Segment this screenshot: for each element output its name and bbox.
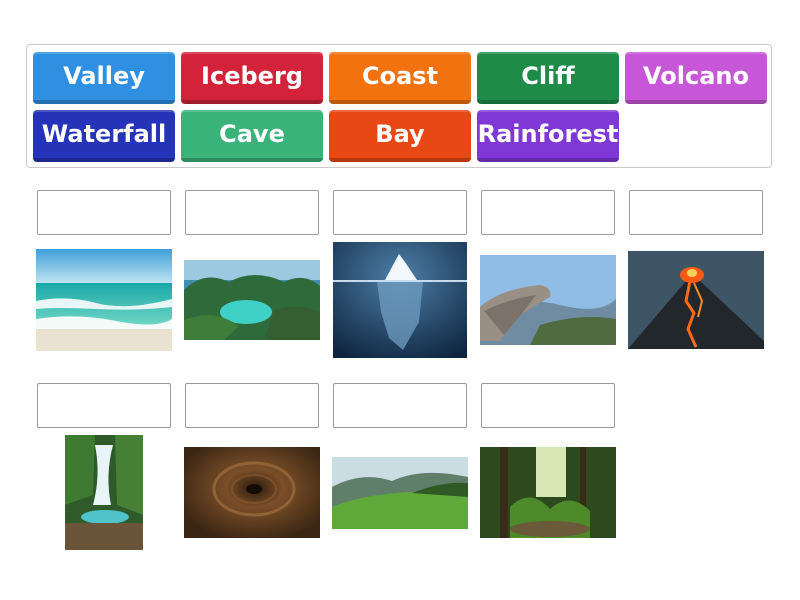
beach-photo-icon — [36, 249, 172, 351]
tile-coast[interactable]: Coast — [329, 52, 471, 104]
tile-cliff[interactable]: Cliff — [477, 52, 619, 104]
drop-box-6[interactable] — [37, 383, 171, 428]
rock-cliff-photo-icon — [480, 255, 616, 345]
waterfall-photo-icon — [65, 435, 143, 550]
tile-iceberg[interactable]: Iceberg — [181, 52, 323, 104]
iceberg-photo-icon — [333, 242, 467, 358]
drop-box-8[interactable] — [333, 383, 467, 428]
tropical-bay-photo-icon — [184, 260, 320, 340]
erupting-volcano-photo-icon — [628, 251, 764, 349]
drop-box-4[interactable] — [481, 190, 615, 235]
green-valley-photo-icon — [332, 457, 468, 529]
drop-box-1[interactable] — [37, 190, 171, 235]
rainforest-photo-icon — [480, 447, 616, 538]
tile-waterfall[interactable]: Waterfall — [33, 110, 175, 162]
tile-rainforest[interactable]: Rainforest — [477, 110, 619, 162]
tile-cave[interactable]: Cave — [181, 110, 323, 162]
drop-box-3[interactable] — [333, 190, 467, 235]
drop-box-9[interactable] — [481, 383, 615, 428]
drop-box-2[interactable] — [185, 190, 319, 235]
drop-box-5[interactable] — [629, 190, 763, 235]
tile-bay[interactable]: Bay — [329, 110, 471, 162]
tile-volcano[interactable]: Volcano — [625, 52, 767, 104]
tile-valley[interactable]: Valley — [33, 52, 175, 104]
drop-box-7[interactable] — [185, 383, 319, 428]
cave-tunnel-photo-icon — [184, 447, 320, 538]
